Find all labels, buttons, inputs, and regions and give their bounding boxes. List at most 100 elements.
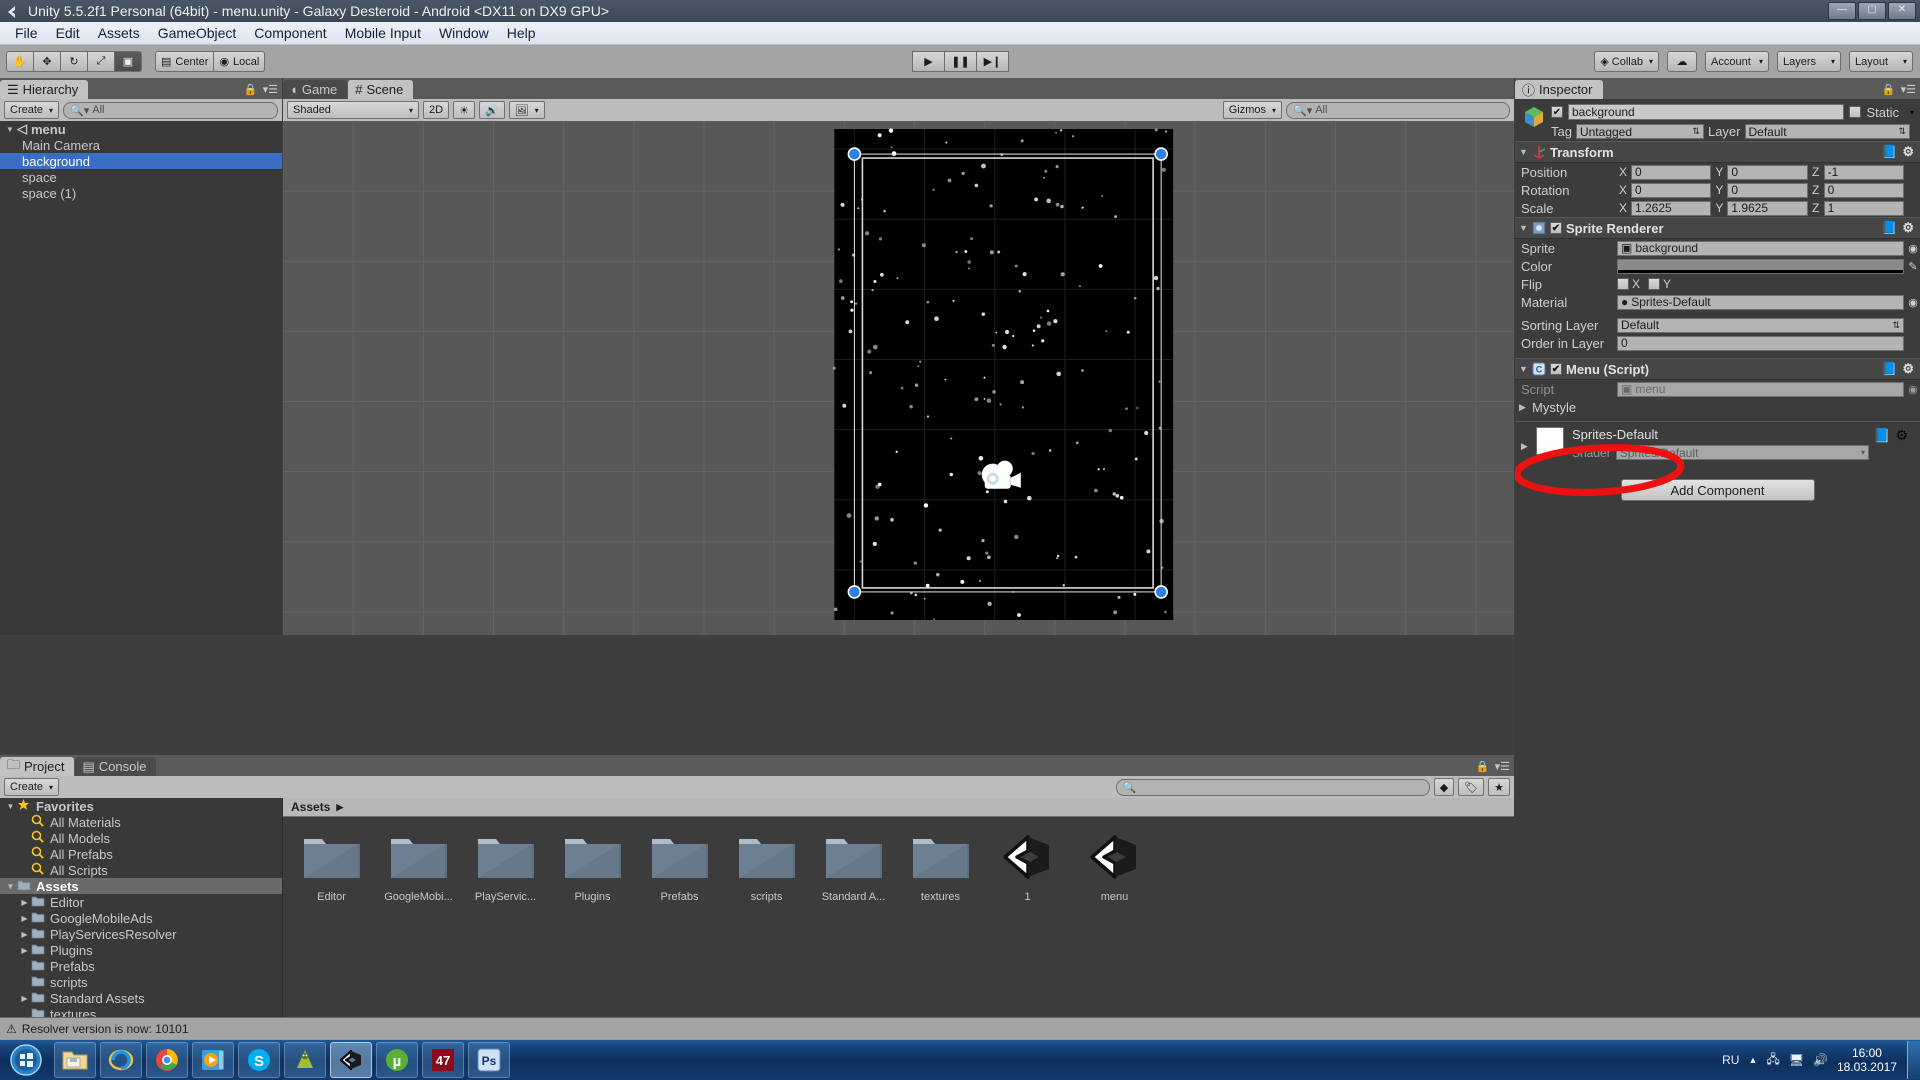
help-icon[interactable]: 📘 bbox=[1881, 144, 1897, 160]
hand-tool[interactable]: ✋ bbox=[6, 51, 34, 72]
transform-fields[interactable]: Position X 0 Y 0 Z -1 Rotation X 0 Y 0 Z 0 Scale X 1.262… bbox=[1515, 163, 1920, 217]
filter-by-type-icon[interactable]: ◆ bbox=[1433, 778, 1455, 796]
account-button[interactable]: Account ▾ bbox=[1705, 51, 1769, 72]
play-controls-group[interactable]: ▶ ❚❚ ▶❙ bbox=[912, 51, 1009, 72]
action-center-icon[interactable]: 🖥 bbox=[1789, 1053, 1804, 1067]
layer-dropdown[interactable]: Default ⇅ bbox=[1744, 124, 1910, 139]
inspector-panel-options[interactable]: 🔒 ▾☰ bbox=[1882, 83, 1916, 96]
minimize-button[interactable]: — bbox=[1828, 2, 1856, 20]
taskbar-explorer-icon[interactable] bbox=[54, 1042, 96, 1078]
sprite-renderer-foldout-icon[interactable]: ▼ bbox=[1519, 223, 1532, 233]
taskbar-internet-explorer-icon[interactable] bbox=[100, 1042, 142, 1078]
transform-foldout-icon[interactable]: ▼ bbox=[1519, 147, 1532, 157]
hierarchy-item-menu[interactable]: ▼ ◁ menu bbox=[0, 121, 282, 137]
step-button[interactable]: ▶❙ bbox=[976, 51, 1009, 72]
window-controls[interactable]: — ▢ ✕ bbox=[1828, 2, 1916, 20]
order-in-layer-input[interactable]: 0 bbox=[1617, 335, 1904, 351]
audio-toggle-icon[interactable]: 🔊 bbox=[478, 101, 505, 119]
hierarchy-item-space-1[interactable]: space (1) bbox=[0, 185, 282, 201]
asset-item-prefabs[interactable]: Prefabs bbox=[641, 831, 718, 903]
gear-icon[interactable]: ⚙ bbox=[1895, 427, 1908, 444]
move-tool[interactable]: ✥ bbox=[33, 51, 61, 72]
cloud-button[interactable]: ☁ bbox=[1667, 51, 1697, 72]
hierarchy-search-input[interactable]: 🔍▾ All bbox=[63, 101, 278, 119]
position-x-input[interactable]: 0 bbox=[1631, 164, 1712, 180]
sprite-object-field[interactable]: ▣ background bbox=[1617, 240, 1904, 256]
asset-item-textures[interactable]: textures bbox=[902, 831, 979, 903]
menu-item-gameobject[interactable]: GameObject bbox=[149, 23, 246, 43]
rotation-z-input[interactable]: 0 bbox=[1823, 182, 1904, 198]
menu-item-assets[interactable]: Assets bbox=[89, 23, 149, 43]
tab-project[interactable]: 🗀 Project bbox=[0, 757, 75, 776]
project-tree-item-playservicesresolver[interactable]: ▶ PlayServicesResolver bbox=[0, 926, 282, 942]
expand-arrow-icon[interactable]: ▶ bbox=[18, 930, 31, 939]
pivot-group[interactable]: ▤ Center ◉ Local bbox=[155, 51, 266, 72]
help-icon[interactable]: 📘 bbox=[1881, 220, 1897, 236]
project-tree-item-all-prefabs[interactable]: All Prefabs bbox=[0, 846, 282, 862]
pivot-rotation-button[interactable]: ◉ Local bbox=[213, 51, 266, 72]
scale-tool[interactable]: ⤢ bbox=[87, 51, 115, 72]
clock[interactable]: 16:00 18.03.2017 bbox=[1837, 1046, 1897, 1074]
play-button[interactable]: ▶ bbox=[912, 51, 945, 72]
menu-item-edit[interactable]: Edit bbox=[47, 23, 89, 43]
tab-game[interactable]: ◖ Game bbox=[283, 80, 348, 99]
asset-item-scripts[interactable]: scripts bbox=[728, 831, 805, 903]
hierarchy-item-space[interactable]: space bbox=[0, 169, 282, 185]
project-tree-item-prefabs[interactable]: Prefabs bbox=[0, 958, 282, 974]
gear-icon[interactable]: ⚙ bbox=[1902, 220, 1914, 236]
sprite-renderer-enabled-checkbox[interactable]: ✔ bbox=[1550, 222, 1562, 234]
tab-console[interactable]: ▤ Console bbox=[75, 757, 157, 776]
asset-grid[interactable]: Editor GoogleMobi... PlayServic... Plugins P… bbox=[283, 817, 1514, 917]
gear-icon[interactable]: ⚙ bbox=[1902, 144, 1914, 160]
taskbar-media-player-icon[interactable] bbox=[192, 1042, 234, 1078]
lock-icon[interactable]: 🔒 bbox=[1476, 760, 1490, 773]
expand-arrow-icon[interactable]: ▶ bbox=[18, 946, 31, 955]
gizmos-dropdown[interactable]: Gizmos ▾ bbox=[1222, 101, 1282, 119]
project-tree[interactable]: ▼ Favorites All Materials All Models All Pre… bbox=[0, 798, 283, 1040]
tray-expand-icon[interactable]: ▲ bbox=[1748, 1055, 1757, 1065]
menu-item-mobile-input[interactable]: Mobile Input bbox=[336, 23, 430, 43]
show-desktop-button[interactable] bbox=[1907, 1041, 1920, 1079]
taskbar-items[interactable]: Sµ 47 Ps bbox=[52, 1042, 512, 1078]
panel-menu-icon[interactable]: ▾☰ bbox=[1495, 760, 1510, 773]
add-component-button[interactable]: Add Component bbox=[1620, 479, 1815, 501]
material-preview-foldout-icon[interactable]: ▶ bbox=[1521, 441, 1534, 452]
volume-icon[interactable]: 🔊 bbox=[1813, 1053, 1828, 1067]
expand-arrow-icon[interactable]: ▶ bbox=[18, 994, 31, 1003]
taskbar-utorrent-icon[interactable]: µ bbox=[376, 1042, 418, 1078]
asset-item-googlemobi[interactable]: GoogleMobi... bbox=[380, 831, 457, 903]
sprite-renderer-component-header[interactable]: ▼ ✔ Sprite Renderer 📘 ⚙ bbox=[1515, 217, 1920, 239]
expand-arrow-icon[interactable]: ▼ bbox=[6, 125, 17, 134]
project-tree-item-scripts[interactable]: scripts bbox=[0, 974, 282, 990]
scale-x-input[interactable]: 1.2625 bbox=[1631, 200, 1712, 216]
breadcrumb[interactable]: Assets ▶ bbox=[283, 798, 1514, 817]
menu-item-window[interactable]: Window bbox=[430, 23, 498, 43]
rect-tool[interactable]: ▣ bbox=[114, 51, 142, 72]
asset-item-editor[interactable]: Editor bbox=[293, 831, 370, 903]
expand-arrow-icon[interactable]: ▶ bbox=[18, 914, 31, 923]
tab-scene[interactable]: # Scene bbox=[348, 80, 414, 99]
language-indicator[interactable]: RU bbox=[1722, 1053, 1739, 1067]
project-tree-item-favorites[interactable]: ▼ Favorites bbox=[0, 798, 282, 814]
color-swatch[interactable] bbox=[1617, 258, 1904, 274]
rotate-tool[interactable]: ↻ bbox=[60, 51, 88, 72]
rotation-x-input[interactable]: 0 bbox=[1631, 182, 1712, 198]
asset-item-standard-a[interactable]: Standard A... bbox=[815, 831, 892, 903]
collapse-arrow-icon[interactable]: ▼ bbox=[4, 802, 17, 811]
status-bar[interactable]: ⚠ Resolver version is now: 10101 bbox=[0, 1017, 1920, 1040]
help-icon[interactable]: 📘 bbox=[1873, 427, 1890, 444]
hierarchy-item-main-camera[interactable]: Main Camera bbox=[0, 137, 282, 153]
hierarchy-panel-options[interactable]: 🔒 ▾☰ bbox=[244, 83, 278, 96]
tab-inspector[interactable]: ⓘ Inspector bbox=[1515, 80, 1603, 99]
scene-viewport[interactable] bbox=[283, 121, 1514, 635]
taskbar-app-47-icon[interactable]: 47 bbox=[422, 1042, 464, 1078]
maximize-button[interactable]: ▢ bbox=[1858, 2, 1886, 20]
asset-item-1[interactable]: 1 bbox=[989, 831, 1066, 903]
project-tree-item-googlemobileads[interactable]: ▶ GoogleMobileAds bbox=[0, 910, 282, 926]
project-tree-item-editor[interactable]: ▶ Editor bbox=[0, 894, 282, 910]
project-tree-item-plugins[interactable]: ▶ Plugins bbox=[0, 942, 282, 958]
2d-toggle-button[interactable]: 2D bbox=[423, 101, 450, 119]
project-search-input[interactable]: 🔍 bbox=[1115, 778, 1430, 796]
tag-dropdown[interactable]: Untagged ⇅ bbox=[1575, 124, 1704, 139]
position-z-input[interactable]: -1 bbox=[1823, 164, 1904, 180]
